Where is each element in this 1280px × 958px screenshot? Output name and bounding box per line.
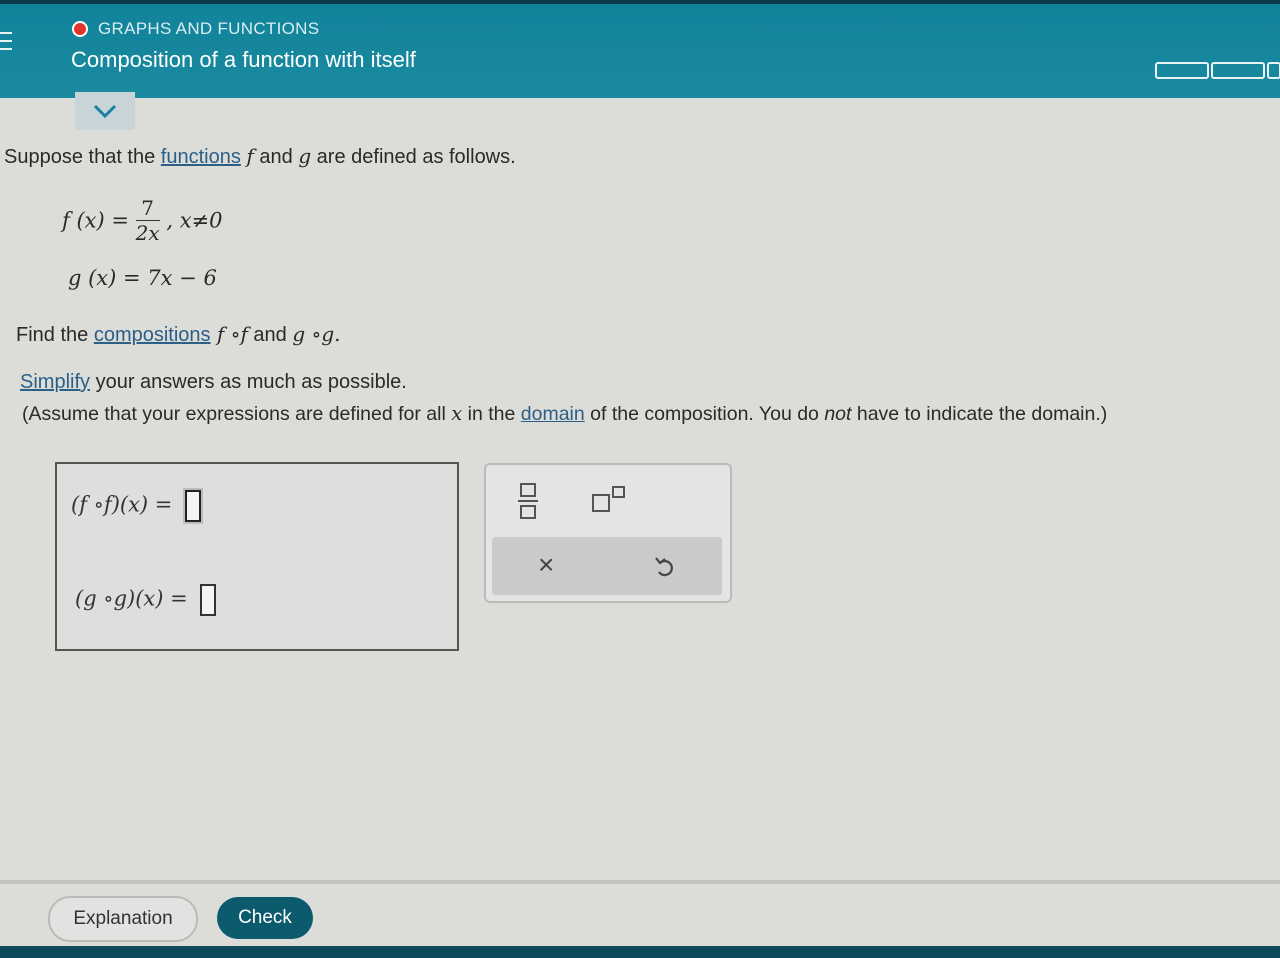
explanation-button[interactable]: Explanation [48,896,198,942]
clear-button[interactable]: × [538,549,554,581]
find-text: Find the [16,324,94,346]
progress-indicator [1155,62,1280,79]
footer-divider [0,880,1280,884]
answer-panel: (f ∘f)(x) = (g ∘g)(x) = [55,462,459,651]
gog-expression: g ∘g. [292,322,341,346]
progress-segment [1155,62,1209,79]
simplify-link[interactable]: Simplify [20,371,90,393]
keypad-actions [492,537,722,595]
status-dot-icon [72,21,88,37]
x-symbol: x [451,402,463,425]
gog-answer-row: (g ∘g)(x) = [75,584,217,616]
math-keypad: × [484,463,732,603]
exponent-button[interactable] [591,485,627,520]
gog-answer-input[interactable] [200,584,217,616]
footer-strip [0,946,1280,958]
undo-icon [655,557,673,577]
f-numerator: 7 [135,196,160,221]
not-emphasis: not [824,403,852,425]
find-instruction: Find the compositions f ∘f and g ∘g. [16,322,340,347]
f-fraction: 7 2x [135,196,160,245]
and-text: and [253,146,299,168]
assume-text-1: (Assume that your expressions are define… [22,403,452,425]
intro-end-text: are defined as follows. [311,146,516,168]
domain-note: (Assume that your expressions are define… [22,402,1107,426]
functions-link[interactable]: functions [161,146,241,168]
check-button[interactable]: Check [217,897,313,939]
f-condition: , x≠0 [166,208,223,233]
menu-icon[interactable] [0,32,12,58]
assume-text-3: of the composition. You do [584,403,825,425]
topic-label: GRAPHS AND FUNCTIONS [98,19,320,38]
header-bar: GRAPHS AND FUNCTIONS Composition of a fu… [0,0,1280,98]
chevron-down-icon [93,104,117,119]
f-denominator: 2x [135,221,160,245]
problem-intro: Suppose that the functions f and g are d… [4,144,516,169]
fof-answer-input[interactable] [185,490,202,522]
f-lhs: f (x) = [62,208,129,233]
progress-segment [1267,62,1280,79]
fof-answer-row: (f ∘f)(x) = [71,490,202,522]
page-title: Composition of a function with itself [71,47,416,72]
f-symbol: f [246,144,254,168]
compositions-link[interactable]: compositions [94,324,211,346]
assume-text-2: in the [462,403,521,425]
collapse-toggle[interactable] [75,92,135,130]
undo-button[interactable] [654,555,676,584]
g-symbol: g [298,144,312,168]
fof-expression: f ∘f [210,322,248,346]
exponent-icon [592,486,625,512]
fraction-button[interactable] [516,481,542,526]
intro-text: Suppose that the [4,146,161,168]
fof-label: (f ∘f)(x) = [71,492,173,517]
header-top-line [0,0,1280,4]
assume-text-4: have to indicate the domain.) [851,403,1108,425]
fraction-icon [518,483,538,519]
progress-segment [1211,62,1265,79]
g-definition: g (x) = 7x − 6 [68,266,217,290]
gog-label: (g ∘g)(x) = [75,586,188,611]
f-definition: f (x) = 7 2x , x≠0 [62,196,223,245]
simplify-instruction: Simplify your answers as much as possibl… [20,371,407,394]
find-and-text: and [247,324,293,346]
domain-link[interactable]: domain [521,403,585,425]
simplify-text: your answers as much as possible. [90,371,407,393]
